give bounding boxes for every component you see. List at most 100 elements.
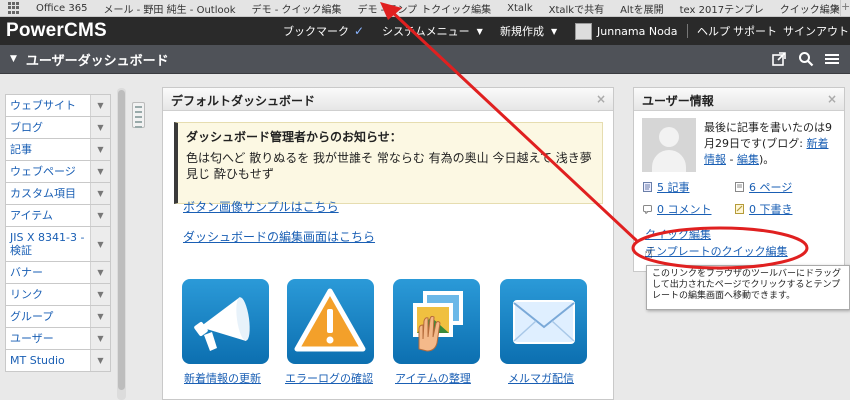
bookmark-item[interactable]: tex 2017テンプレ	[672, 1, 772, 16]
chevron-down-icon[interactable]: ▼	[90, 306, 110, 327]
drafts-count-link[interactable]: 0 下書き	[735, 201, 793, 217]
bookmark-item[interactable]: Altを展開	[612, 1, 672, 16]
widget-title: ユーザー情報	[642, 94, 714, 108]
new-tab-button[interactable]: +	[840, 0, 850, 16]
sidebar-item-label: MT Studio	[10, 354, 65, 367]
tile-label[interactable]: メルマガ配信	[508, 370, 574, 386]
bookmarks-more-button[interactable]: »	[833, 1, 840, 14]
tile-label[interactable]: 新着情報の更新	[184, 370, 261, 386]
signout-link[interactable]: サインアウト	[783, 17, 849, 45]
sidebar-item-pages[interactable]: ウェブページ ▼	[5, 160, 111, 182]
chevron-down-icon[interactable]: ▼	[90, 227, 110, 261]
draft-icon	[735, 204, 744, 214]
notice-body: 色は匂へど 散りぬるを 我が世誰そ 常ならむ 有為の奥山 今日越えて 浅き夢見じ…	[186, 151, 592, 181]
divider	[686, 24, 688, 38]
bookmark-item[interactable]: メール - 野田 純生 - Outlook	[95, 1, 243, 16]
avatar	[575, 22, 592, 40]
pages-count-link[interactable]: 6 ページ	[735, 179, 792, 195]
chevron-down-icon[interactable]: ▼	[90, 328, 110, 349]
bookmark-menu-label: ブックマーク	[283, 25, 349, 38]
chevron-down-icon[interactable]: ▼	[90, 139, 110, 160]
default-dashboard-widget: デフォルトダッシュボード × ダッシュボード管理者からのお知らせ： 色は匂へど …	[162, 87, 614, 400]
sidebar-item-label: ユーザー	[10, 332, 54, 345]
news-update-tile[interactable]	[182, 279, 269, 364]
button-sample-link[interactable]: ボタン画像サンプルはこちら	[183, 198, 339, 215]
user-menu[interactable]: Junnama Noda	[575, 17, 697, 45]
mail-icon	[513, 300, 575, 344]
scrollbar-thumb[interactable]	[118, 90, 125, 390]
widget-header: ユーザー情報 ×	[634, 88, 844, 111]
bookmark-menu[interactable]: ブックマーク ✓	[283, 17, 364, 45]
sidebar-item-label: グループ	[10, 310, 54, 323]
entries-count-link[interactable]: 5 記事	[643, 179, 690, 195]
sidebar-item-assets[interactable]: アイテム ▼	[5, 204, 111, 226]
sidebar-item-label: JIS X 8341-3 - 検証	[10, 231, 85, 257]
sidebar-toggle-handle[interactable]	[132, 102, 145, 128]
bookmark-item[interactable]: トクイック編集	[419, 1, 499, 16]
external-link-icon[interactable]	[771, 51, 787, 67]
tile-label[interactable]: エラーログの確認	[285, 370, 373, 386]
pages-count: 6 ページ	[749, 181, 793, 194]
dashboard-edit-link[interactable]: ダッシュボードの編集画面はこちら	[183, 228, 375, 245]
app-logo[interactable]: PowerCMS	[6, 20, 107, 42]
chevron-down-icon[interactable]: ▼	[90, 117, 110, 138]
close-icon[interactable]: ×	[827, 92, 837, 106]
error-log-tile[interactable]	[287, 279, 374, 364]
sidebar-item-label: ブログ	[10, 121, 43, 134]
new-create-menu[interactable]: 新規作成 ▼	[500, 17, 557, 45]
tile-label[interactable]: アイテムの整理	[395, 370, 471, 386]
menu-icon[interactable]	[824, 51, 840, 67]
chevron-down-icon[interactable]: ▼	[90, 161, 110, 182]
sidebar-scrollbar[interactable]	[117, 88, 126, 400]
collapse-triangle-icon[interactable]: ▼	[10, 54, 17, 64]
chevron-down-icon[interactable]: ▼	[90, 350, 110, 371]
system-menu[interactable]: システムメニュー ▼	[382, 17, 483, 45]
sidebar-menu: ウェブサイト ▼ ブログ ▼ 記事 ▼ ウェブページ ▼ カスタム項目 ▼ アイテム ▼ J…	[5, 94, 111, 372]
chevron-down-icon: ▼	[476, 26, 483, 36]
asset-organize-tile[interactable]	[393, 279, 480, 364]
notice-title: ダッシュボード管理者からのお知らせ：	[186, 130, 402, 144]
sidebar-item-groups[interactable]: グループ ▼	[5, 305, 111, 327]
page-title: ユーザーダッシュボード	[25, 53, 169, 69]
help-link[interactable]: ヘルプ	[697, 17, 730, 45]
close-icon[interactable]: ×	[596, 92, 606, 106]
entry-icon	[643, 182, 652, 192]
bookmark-item[interactable]: Xtalk	[499, 3, 540, 14]
user-name: Junnama Noda	[597, 24, 678, 38]
chevron-down-icon[interactable]: ▼	[90, 205, 110, 226]
admin-notice: ダッシュボード管理者からのお知らせ： 色は匂へど 散りぬるを 我が世誰そ 常なら…	[174, 122, 603, 204]
bookmark-bar: Office 365 メール - 野田 純生 - Outlook デモ - クイ…	[0, 0, 850, 17]
search-icon[interactable]	[798, 51, 814, 67]
sidebar-item-label: ウェブサイト	[10, 99, 76, 112]
bookmark-item[interactable]: Xtalkで共有	[541, 1, 612, 16]
warning-icon	[294, 288, 366, 352]
photos-icon	[413, 291, 463, 352]
newsletter-tile[interactable]	[500, 279, 587, 364]
system-menu-label: システムメニュー	[382, 25, 470, 38]
chevron-down-icon[interactable]: ▼	[90, 183, 110, 204]
sidebar-item-website[interactable]: ウェブサイト ▼	[5, 94, 111, 116]
sidebar-item-entries[interactable]: 記事 ▼	[5, 138, 111, 160]
chevron-down-icon: ▼	[551, 26, 558, 36]
sidebar-item-links[interactable]: リンク ▼	[5, 283, 111, 305]
bookmark-item[interactable]: Office 365	[28, 3, 95, 14]
bookmark-item[interactable]: デモ - テンプ	[349, 1, 419, 16]
quick-edit-link[interactable]: クイック編集	[645, 226, 711, 242]
comments-count: 0 コメント	[657, 203, 712, 216]
sidebar-item-blog[interactable]: ブログ ▼	[5, 116, 111, 138]
sidebar-item-jis-check[interactable]: JIS X 8341-3 - 検証 ▼	[5, 226, 111, 261]
sidebar-item-label: バナー	[10, 266, 43, 279]
apps-grid-icon[interactable]	[8, 2, 22, 14]
blog-edit-link[interactable]: 編集	[737, 153, 759, 166]
chevron-down-icon[interactable]: ▼	[90, 95, 110, 116]
comments-count-link[interactable]: 0 コメント	[643, 201, 712, 217]
sidebar-item-users[interactable]: ユーザー ▼	[5, 327, 111, 349]
sidebar-item-custom-fields[interactable]: カスタム項目 ▼	[5, 182, 111, 204]
bookmark-item[interactable]: デモ - クイック編集	[244, 1, 350, 16]
sidebar-item-mt-studio[interactable]: MT Studio ▼	[5, 349, 111, 372]
chevron-down-icon[interactable]: ▼	[90, 262, 110, 283]
sidebar-item-banners[interactable]: バナー ▼	[5, 261, 111, 283]
support-link[interactable]: サポート	[733, 17, 777, 45]
chevron-down-icon[interactable]: ▼	[90, 284, 110, 305]
template-quick-edit-link[interactable]: テンプレートのクイック編集	[645, 243, 788, 259]
